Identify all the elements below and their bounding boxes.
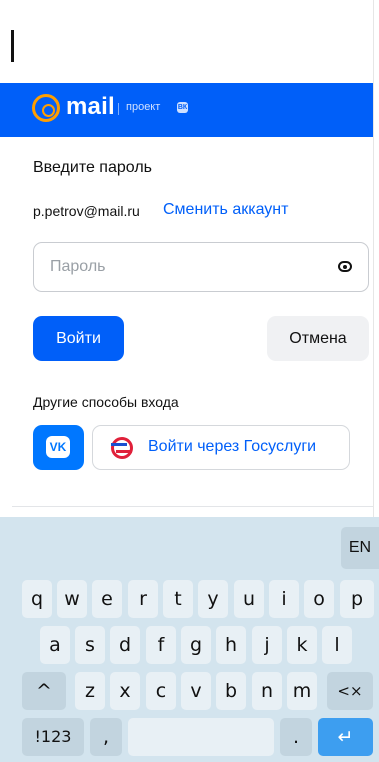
key-v[interactable]: v (181, 672, 211, 710)
password-field[interactable] (33, 242, 369, 292)
top-bar (0, 0, 373, 83)
key-p[interactable]: p (340, 580, 374, 618)
key-q[interactable]: q (22, 580, 52, 618)
key-s[interactable]: s (75, 626, 105, 664)
key-l[interactable]: l (322, 626, 352, 664)
switch-account-link[interactable]: Сменить аккаунт (163, 201, 288, 219)
key-k[interactable]: k (287, 626, 317, 664)
key-r[interactable]: r (128, 580, 158, 618)
key-o[interactable]: o (304, 580, 334, 618)
key-d[interactable]: d (110, 626, 140, 664)
account-email: p.petrov@mail.ru (33, 203, 140, 219)
comma-key[interactable]: , (90, 718, 122, 756)
key-y[interactable]: y (198, 580, 228, 618)
key-j[interactable]: j (252, 626, 282, 664)
password-input[interactable] (48, 257, 322, 277)
key-m[interactable]: m (287, 672, 317, 710)
key-z[interactable]: z (75, 672, 105, 710)
key-e[interactable]: e (92, 580, 122, 618)
cancel-button[interactable]: Отмена (267, 316, 369, 361)
login-button[interactable]: Войти (33, 316, 124, 361)
key-b[interactable]: b (216, 672, 246, 710)
vk-login-button[interactable]: VK (33, 425, 84, 470)
numbers-key[interactable]: !123 (22, 718, 84, 756)
language-switch-key[interactable]: EN (341, 527, 379, 569)
key-u[interactable]: u (234, 580, 264, 618)
vk-project-badge-icon: ВК (177, 102, 188, 113)
enter-key[interactable]: ↵ (318, 718, 373, 756)
project-label: проект (126, 101, 161, 113)
gosuslugi-icon (111, 437, 133, 459)
show-password-icon[interactable] (338, 261, 352, 272)
key-x[interactable]: x (110, 672, 140, 710)
period-key[interactable]: . (280, 718, 312, 756)
key-t[interactable]: t (163, 580, 193, 618)
key-w[interactable]: w (57, 580, 87, 618)
other-methods-label: Другие способы входа (33, 394, 179, 410)
divider (12, 506, 373, 507)
shift-key[interactable]: ^ (22, 672, 66, 710)
logo-text: mail (66, 93, 115, 120)
key-c[interactable]: c (146, 672, 176, 710)
gosuslugi-label: Войти через Госуслуги (148, 438, 317, 455)
page-title: Введите пароль (33, 159, 152, 176)
key-g[interactable]: g (181, 626, 211, 664)
backspace-key[interactable]: <× (327, 672, 373, 710)
vk-icon: VK (46, 436, 70, 458)
key-f[interactable]: f (146, 626, 176, 664)
logo-divider (118, 103, 119, 115)
mail-logo-icon (32, 94, 60, 122)
key-a[interactable]: a (40, 626, 70, 664)
key-i[interactable]: i (269, 580, 299, 618)
text-cursor (11, 30, 14, 62)
key-n[interactable]: n (252, 672, 282, 710)
gosuslugi-login-button[interactable]: Войти через Госуслуги (92, 425, 350, 470)
key-h[interactable]: h (216, 626, 246, 664)
space-key[interactable] (128, 718, 274, 756)
